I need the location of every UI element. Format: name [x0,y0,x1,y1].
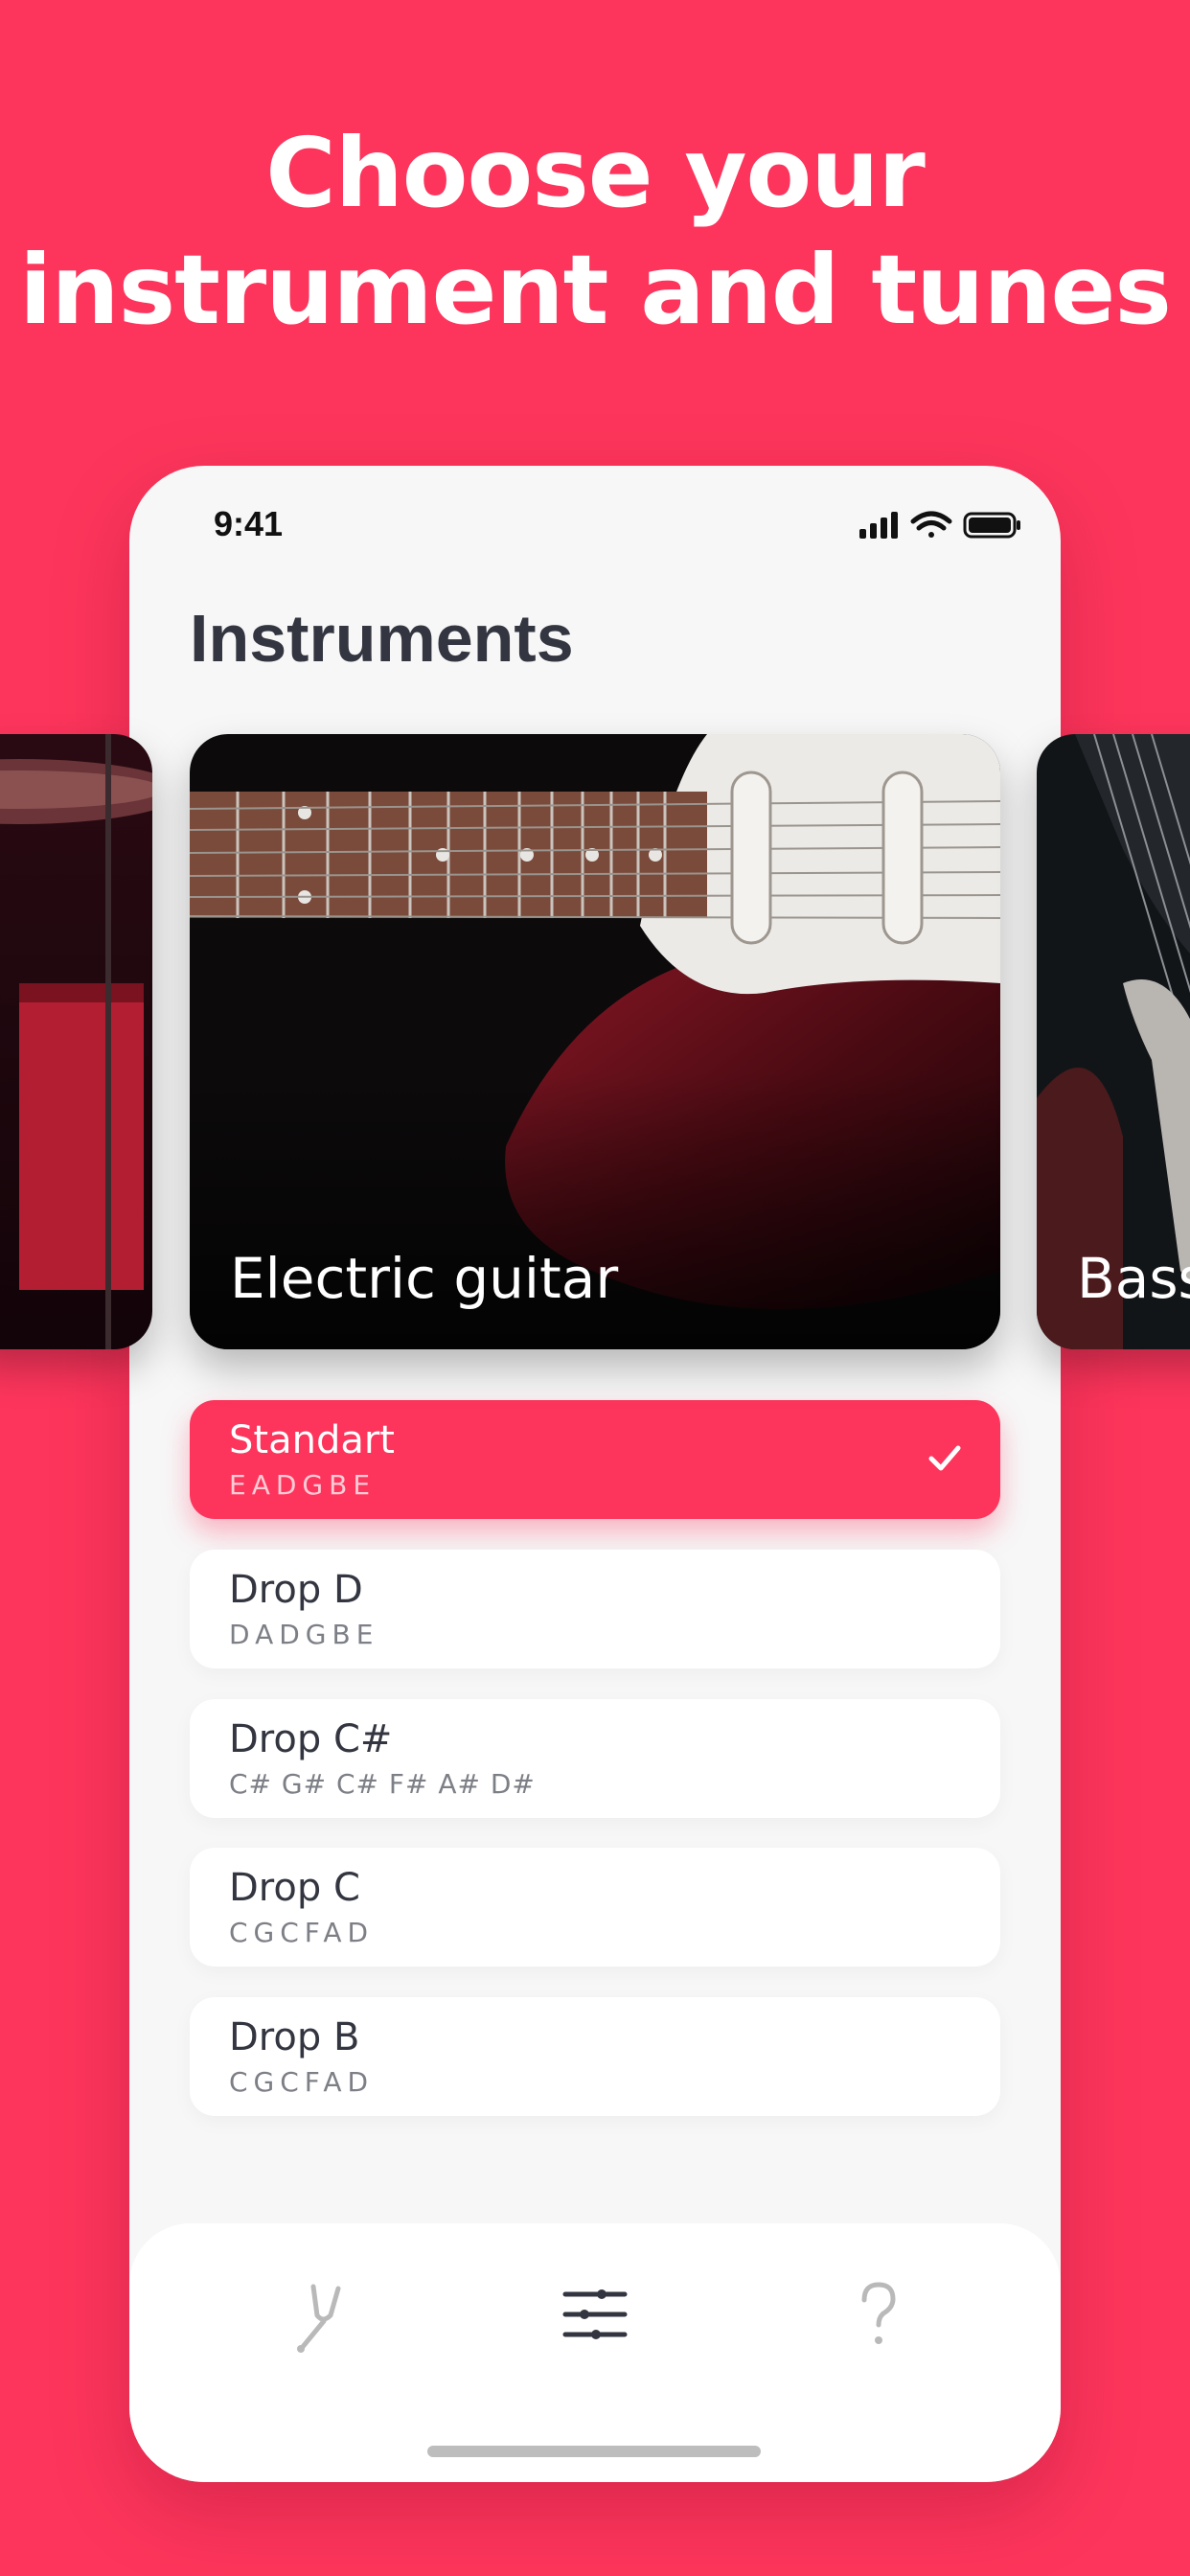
tuning-notes: DADGBE [229,1619,379,1650]
tuning-name: Standart [229,1418,395,1462]
instrument-card-electric-guitar[interactable]: Electric guitar [190,734,1000,1349]
cellular-signal-icon [859,512,898,539]
headline: Choose your instrument and tunes [0,115,1190,349]
tuning-name: Drop B [229,2015,360,2059]
tuning-option-drop-b[interactable]: Drop B CGCFAD [190,1997,1000,2116]
battery-icon [963,512,1020,539]
instrument-card-bass[interactable]: Bass [1037,734,1190,1349]
home-indicator [427,2446,761,2457]
tab-help[interactable] [835,2271,922,2358]
sliders-icon [562,2289,628,2339]
tuning-option-standart[interactable]: Standart EADGBE [190,1400,1000,1519]
help-icon [861,2282,896,2344]
tuning-notes: C# G# C# F# A# D# [229,1768,536,1800]
instrument-label: Electric guitar [230,1246,619,1311]
tuning-name: Drop D [229,1568,363,1612]
screen-title: Instruments [190,601,574,676]
tab-instruments[interactable] [552,2271,638,2358]
tab-tuner[interactable] [281,2271,367,2358]
instrument-label: Bass [1077,1246,1190,1311]
tuning-name: Drop C# [229,1717,393,1761]
tuning-fork-icon [297,2284,341,2353]
tuning-option-drop-c-sharp[interactable]: Drop C# C# G# C# F# A# D# [190,1699,1000,1818]
instrument-card-drums[interactable] [0,734,152,1349]
tuning-option-drop-d[interactable]: Drop D DADGBE [190,1550,1000,1668]
tuning-notes: CGCFAD [229,1917,375,1948]
status-icons [859,511,1020,539]
tuning-notes: CGCFAD [229,2066,375,2098]
tab-bar [129,2223,1061,2482]
wifi-icon [910,511,952,538]
tuning-option-drop-c[interactable]: Drop C CGCFAD [190,1848,1000,1966]
status-time: 9:41 [214,504,284,543]
checkmark-icon [928,1445,961,1471]
headline-line-1: Choose your [265,117,926,229]
drum-kit-photo [0,734,152,1349]
tuning-name: Drop C [229,1866,360,1910]
headline-line-2: instrument and tunes [19,234,1172,346]
tuning-notes: EADGBE [229,1469,377,1501]
